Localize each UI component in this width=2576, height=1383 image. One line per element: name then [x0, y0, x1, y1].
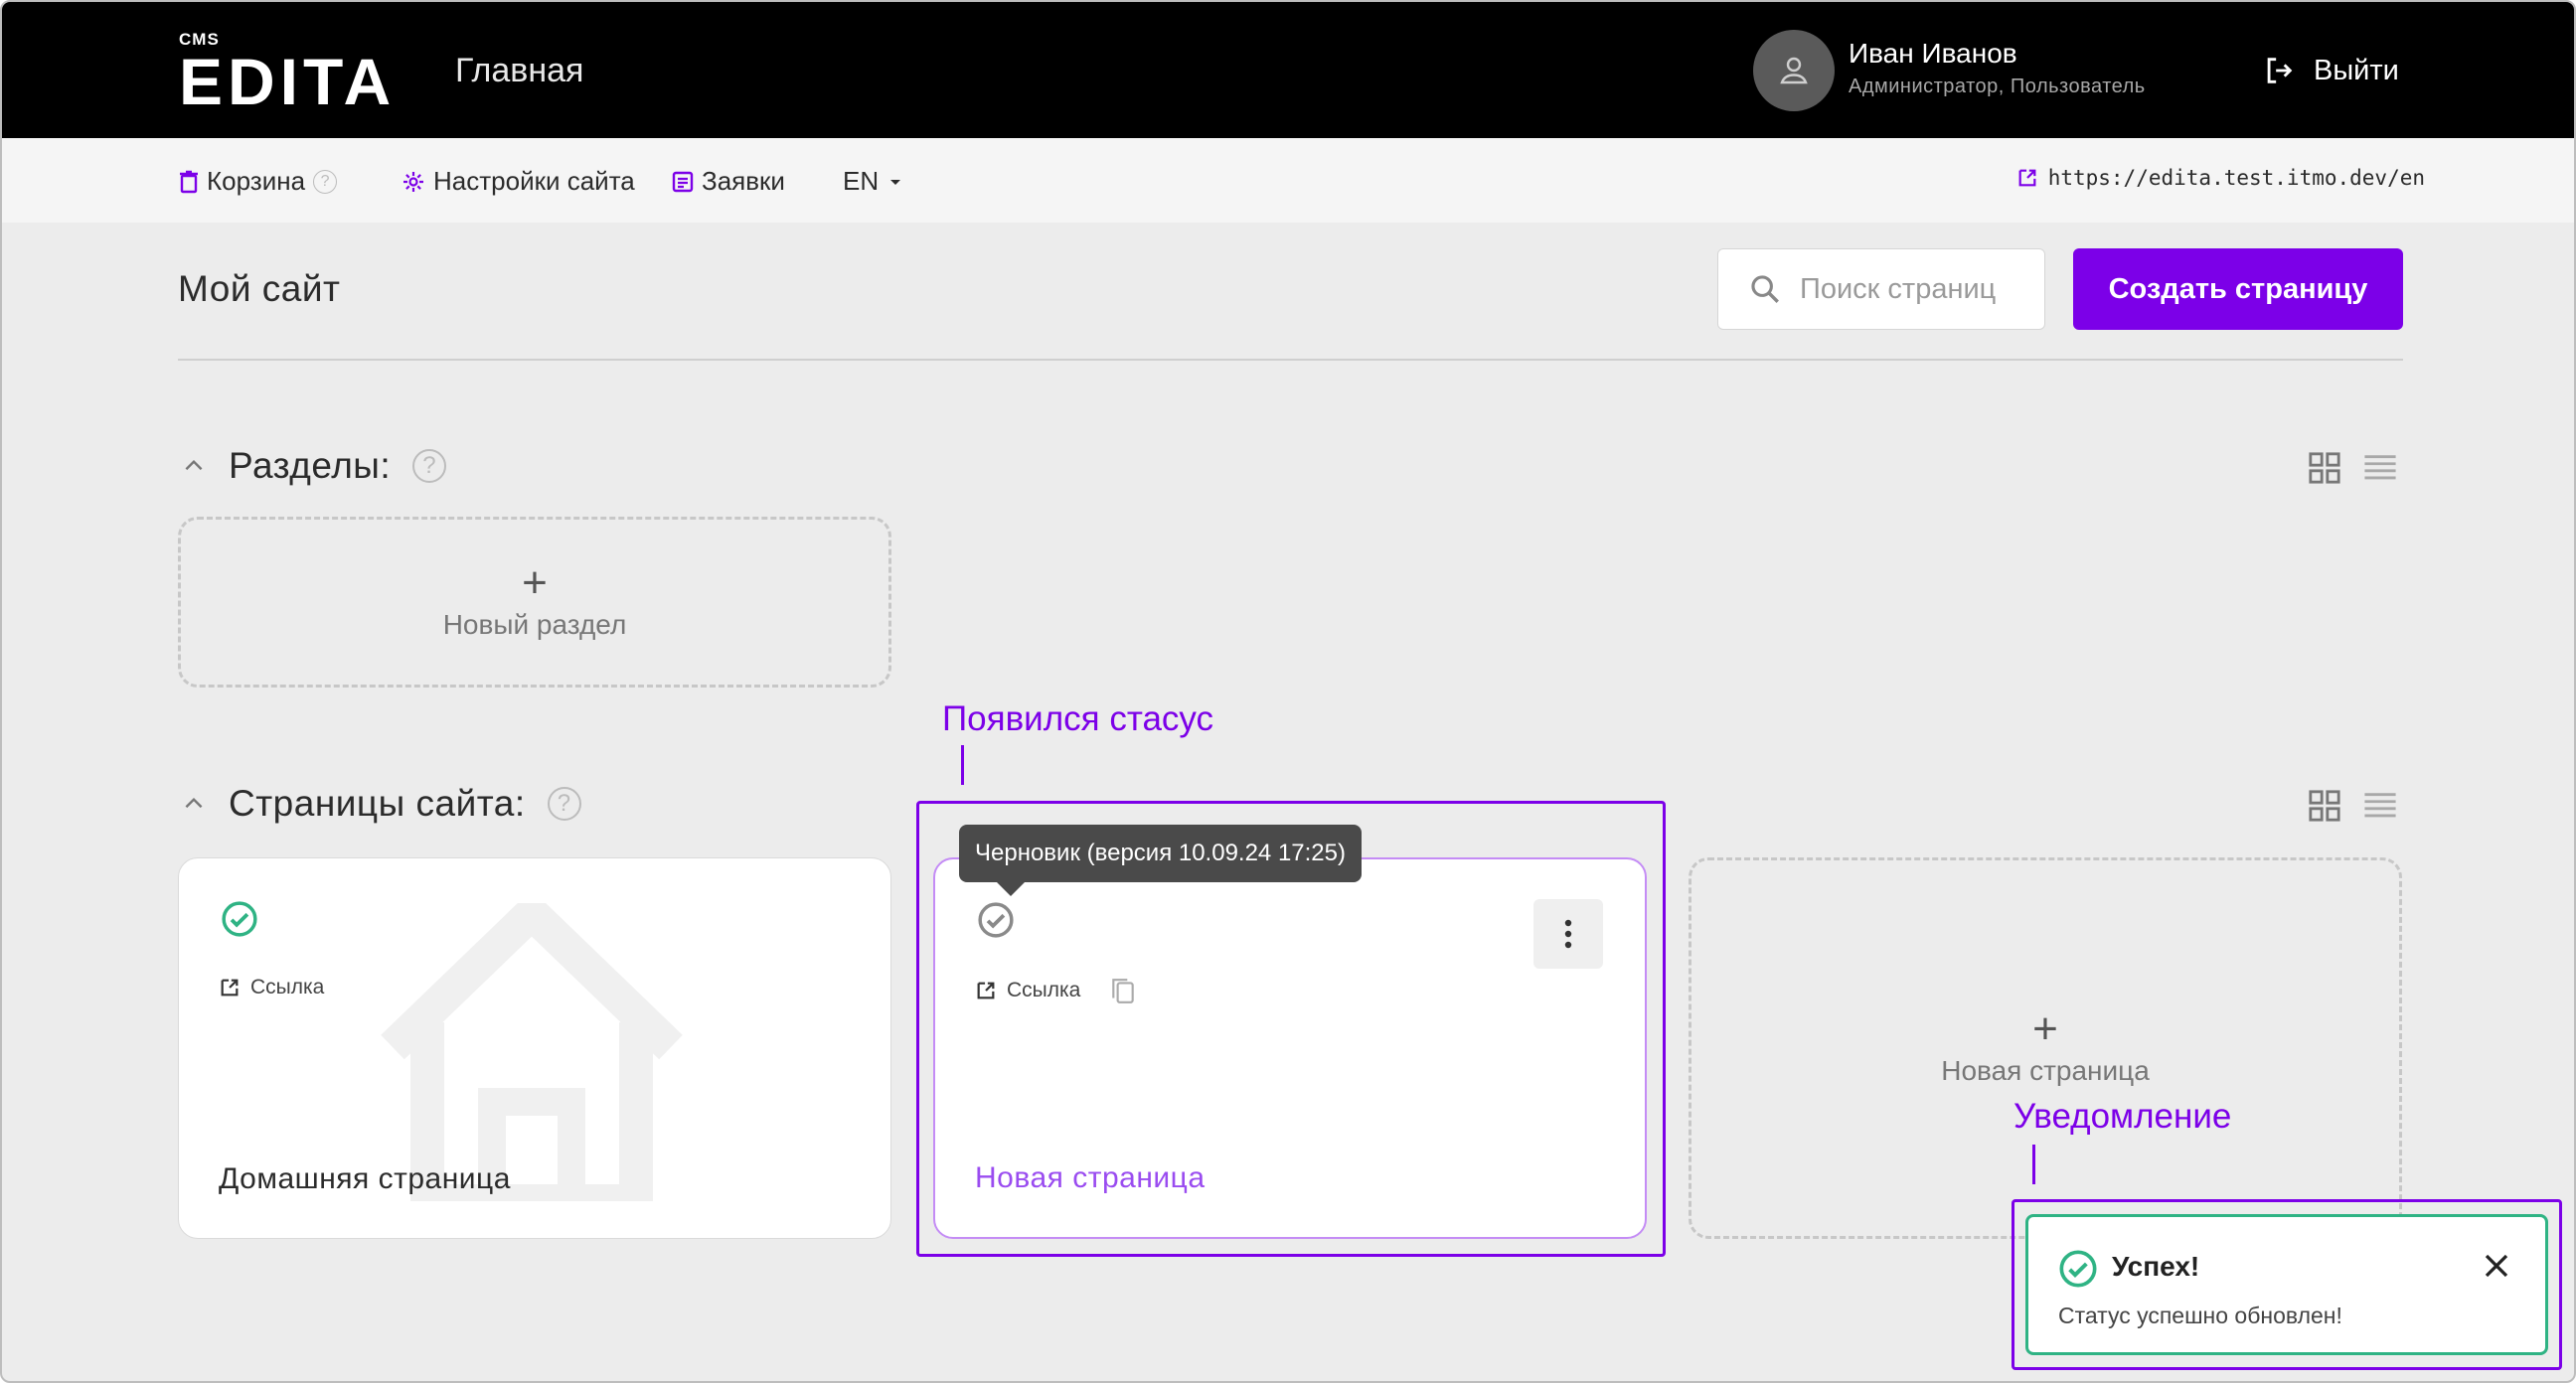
site-settings-link[interactable]: Настройки сайта: [402, 166, 635, 197]
top-header: CMS EDITA Главная Иван Иванов Администра…: [2, 2, 2574, 138]
annotation-line: [961, 745, 964, 785]
success-toast: Успех! Статус успешно обновлен!: [2025, 1214, 2548, 1355]
toast-title: Успех!: [2112, 1251, 2200, 1282]
logout-icon: [2267, 58, 2293, 83]
pages-header: Страницы сайта: ?: [181, 783, 581, 825]
page-link-label: Ссылка: [250, 976, 325, 999]
app-window: CMS EDITA Главная Иван Иванов Администра…: [0, 0, 2576, 1383]
divider: [178, 359, 2403, 361]
status-tooltip: Черновик (версия 10.09.24 17:25): [959, 825, 1362, 896]
list-view-icon[interactable]: [2363, 791, 2397, 821]
trash-icon: [180, 170, 198, 193]
chevron-up-icon[interactable]: [181, 453, 207, 479]
draft-status-icon[interactable]: [977, 901, 1015, 939]
help-icon[interactable]: ?: [313, 169, 338, 194]
toolbar: Корзина ? Настройки сайта Заявки EN http…: [2, 138, 2574, 223]
new-page-label: Новая страница: [1941, 1055, 2150, 1086]
help-icon[interactable]: ?: [412, 449, 447, 483]
chevron-up-icon[interactable]: [181, 791, 207, 817]
more-vertical-icon: [1564, 919, 1572, 949]
copy-icon[interactable]: [1110, 977, 1136, 1004]
annotation-toast-text: Уведомление: [2013, 1097, 2232, 1136]
gear-icon: [403, 171, 423, 192]
new-section-card[interactable]: + Новый раздел: [178, 517, 891, 688]
pages-title: Страницы сайта:: [229, 783, 526, 824]
chevron-down-icon: [890, 179, 901, 185]
site-url-label: https://edita.test.itmo.dev/en: [2047, 166, 2425, 190]
new-page-card[interactable]: + Новая страница: [1689, 857, 2402, 1239]
requests-link[interactable]: Заявки: [672, 166, 785, 197]
page-card-home[interactable]: Ссылка Домашняя страница: [178, 857, 891, 1239]
external-link-icon: [221, 979, 239, 997]
plus-icon: +: [522, 558, 548, 607]
logout-button[interactable]: Выйти: [2262, 54, 2399, 87]
page-link[interactable]: Ссылка: [975, 977, 1136, 1004]
sections-header: Разделы: ?: [181, 445, 447, 487]
page-card-title: Домашняя страница: [219, 1162, 511, 1195]
annotation-status-text: Появился стасус: [942, 699, 1214, 738]
more-menu-button[interactable]: [1533, 899, 1603, 969]
home-watermark-icon: [381, 903, 683, 1201]
page-card-title: Новая страница: [975, 1161, 1206, 1194]
toast-message: Статус успешно обновлен!: [2058, 1303, 2342, 1328]
plus-icon: +: [2032, 1004, 2058, 1053]
site-settings-label: Настройки сайта: [433, 166, 635, 196]
search-placeholder: Поиск страниц: [1800, 272, 1997, 305]
trash-label: Корзина: [207, 166, 306, 196]
create-page-button[interactable]: Создать страницу: [2073, 248, 2403, 330]
header-title: Главная: [455, 52, 584, 89]
published-status-icon: [222, 901, 257, 937]
pages-view-toggle: [2308, 789, 2397, 823]
external-link-icon: [2018, 169, 2036, 187]
grid-view-icon[interactable]: [2308, 451, 2341, 485]
language-value: EN: [843, 166, 880, 196]
user-role: Администратор, Пользователь: [1849, 76, 2146, 97]
page-link-label: Ссылка: [1007, 979, 1081, 1001]
trash-link[interactable]: Корзина ?: [179, 166, 338, 197]
avatar[interactable]: [1753, 30, 1835, 111]
logout-label: Выйти: [2314, 54, 2399, 86]
external-link-icon: [977, 982, 995, 999]
language-select[interactable]: EN: [843, 166, 904, 197]
success-icon: [2059, 1250, 2097, 1288]
help-icon[interactable]: ?: [547, 787, 581, 821]
user-icon: [1780, 57, 1808, 84]
logo[interactable]: CMS EDITA: [179, 30, 397, 118]
new-section-label: Новый раздел: [442, 609, 627, 640]
logo-main-text: EDITA: [179, 45, 397, 118]
search-icon: [1751, 275, 1779, 303]
site-url-link[interactable]: https://edita.test.itmo.dev/en: [2016, 166, 2425, 190]
close-icon[interactable]: [2482, 1251, 2511, 1281]
requests-icon: [672, 171, 694, 192]
annotation-line: [2032, 1145, 2035, 1184]
page-title: Мой сайт: [178, 268, 341, 309]
page-card-new[interactable]: Ссылка Новая страница: [933, 857, 1647, 1239]
user-name: Иван Иванов: [1849, 38, 2017, 69]
requests-label: Заявки: [702, 166, 785, 196]
sections-view-toggle: [2308, 451, 2397, 485]
list-view-icon[interactable]: [2363, 453, 2397, 483]
grid-view-icon[interactable]: [2308, 789, 2341, 823]
search-input[interactable]: Поиск страниц: [1717, 248, 2045, 330]
sections-title: Разделы:: [229, 445, 392, 486]
page-link[interactable]: Ссылка: [219, 976, 324, 999]
